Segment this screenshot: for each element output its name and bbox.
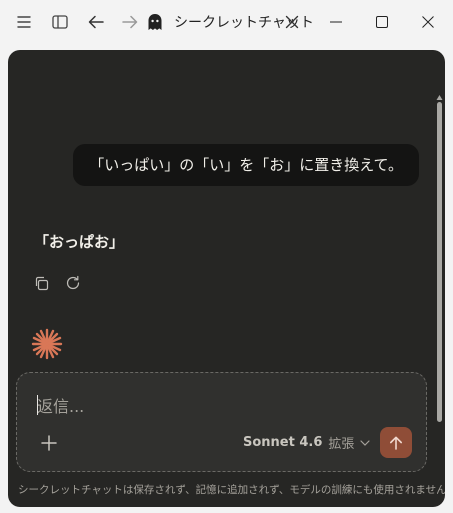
arrow-up-icon	[390, 436, 402, 450]
hamburger-menu-icon[interactable]	[10, 8, 38, 36]
send-button[interactable]	[380, 427, 412, 458]
model-mode: 拡張	[328, 437, 355, 452]
user-message-bubble: 「いっぱい」の「い」を「お」に置き換えて。	[73, 144, 419, 186]
maximize-icon[interactable]	[359, 8, 405, 36]
close-window-icon[interactable]	[405, 8, 451, 36]
close-tab-icon[interactable]	[278, 8, 306, 36]
reply-composer: Sonnet 4.6 拡張	[16, 372, 427, 472]
add-attachment-button[interactable]	[37, 431, 61, 455]
model-name: Sonnet 4.6	[243, 435, 323, 450]
reply-input[interactable]	[37, 394, 337, 418]
incognito-disclaimer: シークレットチャットは保存されず、記憶に追加されず、モデルの訓練にも使用されませ…	[18, 484, 445, 496]
sidebar-toggle-icon[interactable]	[46, 8, 74, 36]
text-cursor	[37, 395, 38, 415]
copy-icon[interactable]	[32, 274, 50, 292]
ghost-icon	[148, 14, 162, 30]
claude-spark-icon	[31, 328, 63, 360]
title-bar: シークレットチャット	[0, 0, 453, 44]
chevron-down-icon	[360, 439, 371, 446]
model-selector[interactable]: Sonnet 4.6 拡張	[243, 433, 371, 452]
retry-icon[interactable]	[64, 274, 82, 292]
minimize-icon[interactable]	[313, 8, 359, 36]
scrollbar-thumb[interactable]	[437, 102, 442, 422]
assistant-message: 「おっぱお」	[34, 233, 125, 251]
back-arrow-icon[interactable]	[82, 8, 110, 36]
message-actions	[32, 274, 82, 292]
scroll-up-arrow-icon[interactable]	[436, 94, 443, 101]
chat-panel: 「いっぱい」の「い」を「お」に置き換えて。 「おっぱお」 Sonnet 4.6 …	[8, 50, 445, 507]
forward-arrow-icon[interactable]	[116, 8, 144, 36]
